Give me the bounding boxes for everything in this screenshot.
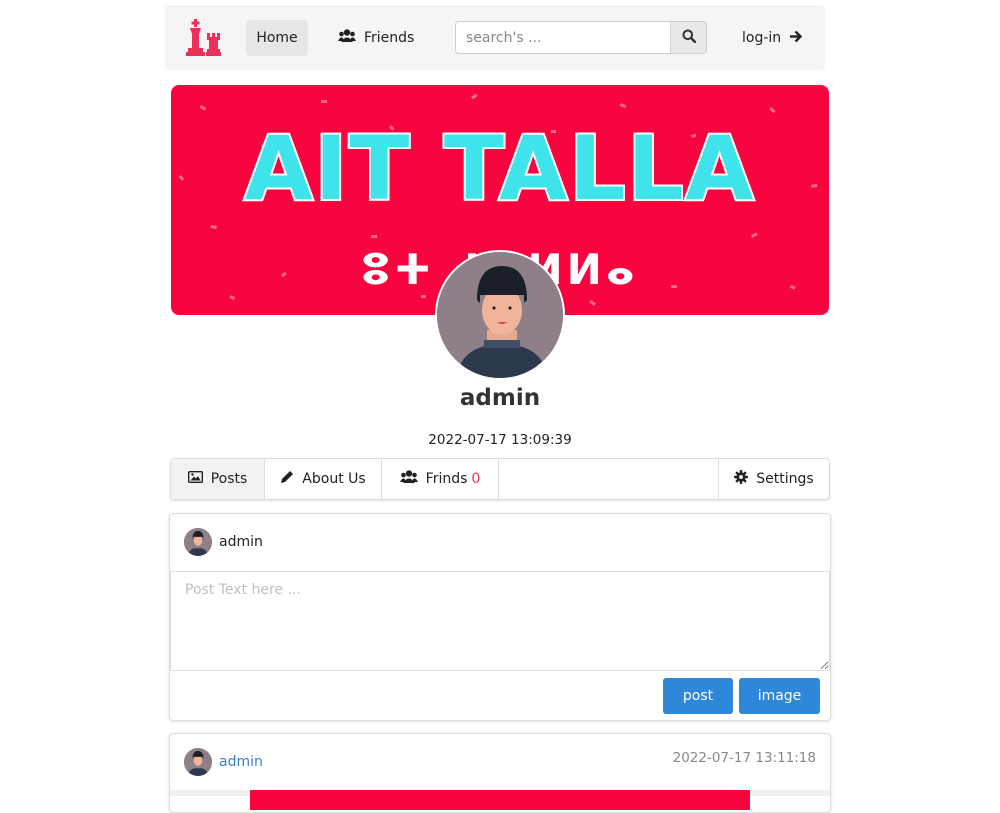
users-icon bbox=[338, 29, 364, 47]
nav-home-link[interactable]: Home bbox=[246, 20, 308, 56]
search-group bbox=[455, 21, 707, 54]
profile-avatar[interactable] bbox=[435, 250, 565, 380]
post-timestamp: 2022-07-17 13:11:18 bbox=[672, 750, 816, 766]
tab-posts[interactable]: Posts bbox=[171, 459, 265, 499]
nav-friends-label: Friends bbox=[364, 30, 415, 46]
tab-settings-label: Settings bbox=[756, 471, 814, 487]
users-icon bbox=[399, 470, 426, 488]
avatar bbox=[184, 748, 212, 776]
arrow-right-icon bbox=[781, 30, 803, 47]
tab-posts-label: Posts bbox=[210, 471, 248, 487]
avatar bbox=[184, 528, 212, 556]
post-author-link[interactable]: admin bbox=[219, 754, 263, 770]
banner-title: AIT TALLA bbox=[242, 115, 756, 222]
tab-friends[interactable]: Frinds 0 bbox=[382, 459, 499, 499]
tab-friends-label: Frinds bbox=[425, 471, 468, 487]
post-image[interactable] bbox=[250, 790, 750, 810]
login-label: log-in bbox=[742, 30, 782, 46]
post-composer: admin post image bbox=[169, 513, 831, 721]
friends-count-badge: 0 bbox=[471, 471, 481, 487]
search-button[interactable] bbox=[670, 21, 707, 54]
search-input[interactable] bbox=[455, 21, 671, 54]
chess-logo-icon[interactable] bbox=[185, 19, 225, 57]
tab-about-us[interactable]: About Us bbox=[265, 459, 382, 499]
top-navbar: Home Friends log-in bbox=[165, 5, 825, 70]
profile-joined-date: 2022-07-17 13:09:39 bbox=[428, 432, 572, 448]
tab-about-label: About Us bbox=[302, 471, 366, 487]
post-text-input[interactable] bbox=[170, 571, 830, 671]
login-link[interactable]: log-in bbox=[742, 20, 803, 56]
image-icon bbox=[187, 470, 211, 487]
composer-author-name: admin bbox=[219, 534, 263, 550]
tab-settings[interactable]: Settings bbox=[719, 459, 829, 499]
composer-header: admin bbox=[184, 528, 263, 556]
search-icon bbox=[682, 28, 696, 47]
post-header: admin bbox=[184, 748, 263, 776]
gear-icon bbox=[734, 470, 756, 488]
tabs-spacer bbox=[499, 459, 719, 499]
profile-tabs: Posts About Us Frinds 0 Settings bbox=[170, 458, 830, 500]
post-button[interactable]: post bbox=[663, 678, 733, 714]
profile-username: admin bbox=[459, 385, 541, 411]
image-button[interactable]: image bbox=[739, 678, 820, 714]
post-card: admin 2022-07-17 13:11:18 bbox=[169, 733, 831, 813]
pencil-icon bbox=[280, 470, 302, 488]
nav-friends-link[interactable]: Friends bbox=[338, 20, 414, 56]
